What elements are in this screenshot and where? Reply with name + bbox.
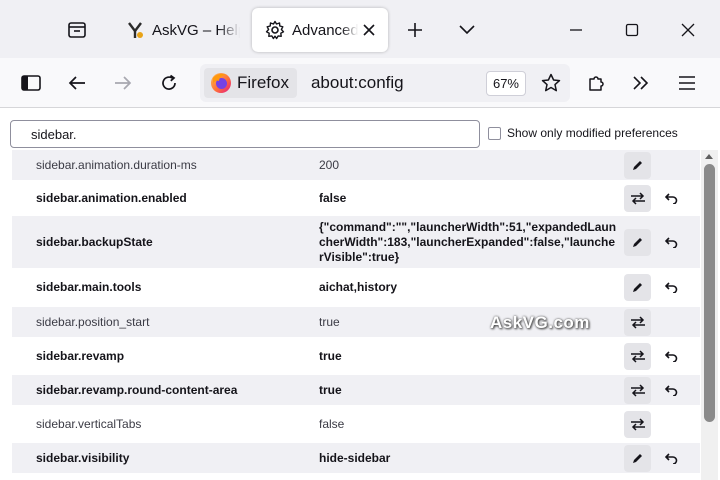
edit-pencil-icon[interactable] bbox=[624, 445, 651, 472]
askvg-icon bbox=[124, 19, 146, 41]
watermark: AskVG.com bbox=[490, 313, 590, 332]
pref-row[interactable]: sidebar.verticalTabs false bbox=[12, 409, 700, 439]
overflow-menu-button[interactable] bbox=[624, 66, 658, 100]
tab-strip: AskVG – Help Advanced Preferences bbox=[0, 0, 720, 58]
reset-undo-icon[interactable] bbox=[660, 379, 682, 401]
firefox-logo-icon bbox=[211, 73, 231, 93]
pref-name: sidebar.revamp.round-content-area bbox=[36, 383, 238, 397]
url-text[interactable]: about:config bbox=[311, 73, 486, 93]
navigation-toolbar: Firefox about:config 67% bbox=[0, 58, 720, 108]
edit-pencil-icon[interactable] bbox=[624, 229, 651, 256]
chevron-down-icon bbox=[459, 25, 475, 35]
close-tab-icon[interactable] bbox=[358, 19, 380, 41]
list-all-tabs-button[interactable] bbox=[450, 14, 484, 46]
pref-value: 200 bbox=[319, 157, 340, 172]
maximize-button[interactable] bbox=[612, 12, 652, 48]
plus-icon bbox=[408, 23, 422, 37]
chevron-double-right-icon bbox=[633, 76, 649, 90]
pref-value: false bbox=[319, 416, 345, 431]
firefox-view-button[interactable] bbox=[60, 14, 94, 46]
toggle-arrows-icon[interactable] bbox=[624, 343, 651, 370]
pref-value: hide-sidebar bbox=[319, 450, 391, 465]
sidebar-button[interactable] bbox=[14, 66, 48, 100]
new-tab-button[interactable] bbox=[398, 14, 432, 46]
minimize-icon bbox=[570, 29, 582, 31]
reset-undo-icon[interactable] bbox=[660, 447, 682, 469]
pref-name: sidebar.backupState bbox=[36, 235, 153, 249]
reset-undo-icon[interactable] bbox=[660, 345, 682, 367]
tab-title: Advanced Preferences bbox=[292, 21, 358, 39]
scrollbar[interactable] bbox=[701, 150, 718, 480]
reload-icon bbox=[162, 74, 176, 90]
toggle-arrows-icon[interactable] bbox=[624, 309, 651, 336]
pref-row[interactable]: sidebar.animation.enabled false bbox=[12, 183, 700, 213]
pref-value: false bbox=[319, 190, 347, 205]
tab-title: AskVG – Help bbox=[152, 21, 240, 39]
extensions-button[interactable] bbox=[580, 66, 614, 100]
hamburger-menu-icon bbox=[679, 76, 695, 90]
toggle-arrows-icon[interactable] bbox=[624, 411, 651, 438]
bookmark-star-icon[interactable] bbox=[534, 66, 568, 100]
pref-row[interactable]: sidebar.revamp true bbox=[12, 341, 700, 371]
reload-button[interactable] bbox=[152, 66, 186, 100]
pref-row[interactable]: sidebar.animation.duration-ms 200 bbox=[12, 150, 700, 180]
show-modified-checkbox[interactable] bbox=[488, 126, 501, 140]
pref-value: aichat,history bbox=[319, 279, 398, 294]
pref-name: sidebar.main.tools bbox=[36, 280, 142, 294]
preference-search-input[interactable] bbox=[10, 120, 480, 148]
pref-name: sidebar.animation.duration-ms bbox=[36, 158, 197, 172]
identity-box[interactable]: Firefox bbox=[204, 68, 297, 98]
close-window-button[interactable] bbox=[668, 12, 708, 48]
show-modified-label: Show only modified preferences bbox=[507, 126, 678, 140]
pref-name: sidebar.revamp bbox=[36, 349, 125, 363]
arrow-left-icon bbox=[68, 76, 85, 90]
pref-name: sidebar.verticalTabs bbox=[36, 417, 142, 431]
pref-value: true bbox=[319, 382, 342, 397]
toggle-arrows-icon[interactable] bbox=[624, 377, 651, 404]
firefox-view-icon bbox=[68, 22, 86, 38]
pref-name: sidebar.position_start bbox=[36, 315, 150, 329]
edit-pencil-icon[interactable] bbox=[624, 152, 651, 179]
pref-name: sidebar.visibility bbox=[36, 451, 130, 465]
toggle-arrows-icon[interactable] bbox=[624, 185, 651, 212]
app-menu-button[interactable] bbox=[670, 66, 704, 100]
scroll-up-arrow-icon[interactable] bbox=[705, 154, 713, 159]
zoom-reset-button[interactable]: 67% bbox=[485, 70, 526, 96]
pref-value: {"command":"","launcherWidth":51,"expand… bbox=[319, 219, 617, 264]
edit-pencil-icon[interactable] bbox=[624, 274, 651, 301]
pref-row[interactable]: sidebar.main.tools aichat,history bbox=[12, 272, 700, 302]
gear-icon bbox=[264, 19, 286, 41]
tab-advanced-preferences[interactable]: Advanced Preferences bbox=[252, 8, 388, 52]
pref-row[interactable]: sidebar.backupState {"command":"","launch… bbox=[12, 216, 700, 268]
reset-undo-icon[interactable] bbox=[660, 231, 682, 253]
close-icon bbox=[681, 23, 695, 37]
pref-row[interactable]: sidebar.visibility hide-sidebar bbox=[12, 443, 700, 473]
back-button[interactable] bbox=[60, 66, 94, 100]
arrow-right-icon bbox=[115, 76, 132, 90]
sidebar-icon bbox=[21, 75, 41, 91]
pref-name: sidebar.animation.enabled bbox=[36, 191, 187, 205]
address-bar[interactable]: Firefox about:config 67% bbox=[200, 64, 570, 102]
reset-undo-icon[interactable] bbox=[660, 276, 682, 298]
pref-row[interactable]: sidebar.revamp.round-content-area true bbox=[12, 375, 700, 405]
show-modified-toggle[interactable]: Show only modified preferences bbox=[488, 126, 678, 140]
scrollbar-thumb[interactable] bbox=[704, 164, 715, 422]
pref-row[interactable]: sidebar.position_start true bbox=[12, 307, 700, 337]
identity-label: Firefox bbox=[237, 73, 289, 92]
maximize-icon bbox=[625, 23, 639, 37]
puzzle-icon bbox=[589, 76, 604, 91]
minimize-button[interactable] bbox=[556, 12, 596, 48]
reset-undo-icon[interactable] bbox=[660, 187, 682, 209]
tab-askvg[interactable]: AskVG – Help bbox=[114, 8, 240, 52]
forward-button[interactable] bbox=[106, 66, 140, 100]
pref-value: true bbox=[319, 348, 342, 363]
